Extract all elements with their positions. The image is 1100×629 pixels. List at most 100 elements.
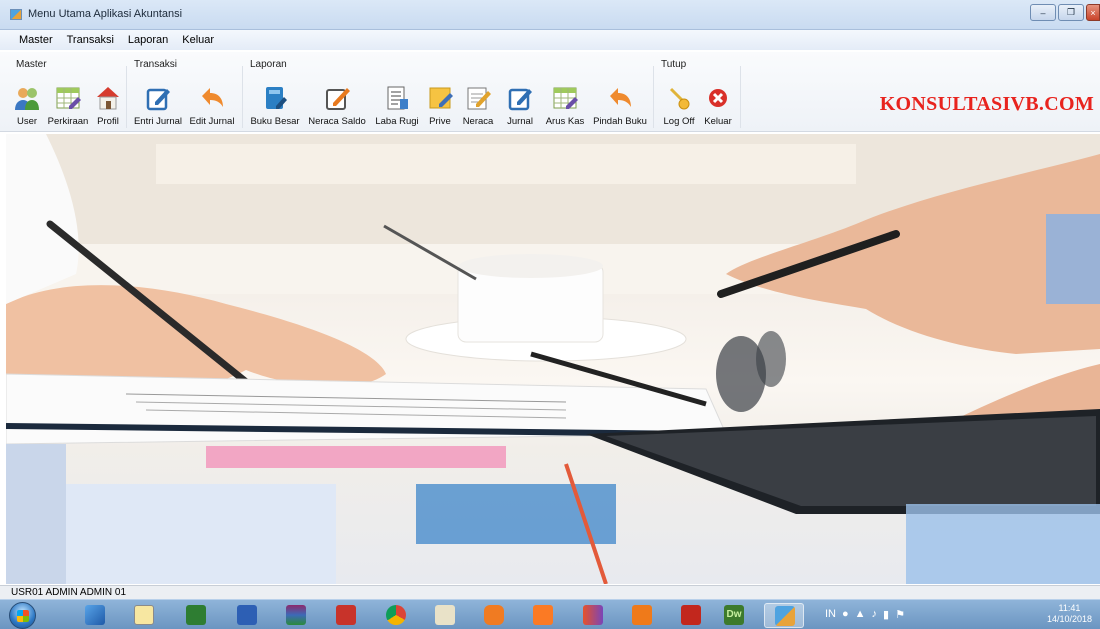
group-divider: [242, 66, 243, 128]
group-divider: [126, 66, 127, 128]
dreamweaver-icon: Dw: [724, 605, 744, 625]
input-language[interactable]: IN: [825, 608, 836, 621]
edit-icon: [146, 88, 170, 111]
clock-time: 11:41: [1058, 603, 1081, 613]
system-tray: IN ● ▲ ♪ ▮ ⚑: [825, 608, 905, 621]
menu-laporan[interactable]: Laporan: [121, 34, 175, 46]
log-off-button[interactable]: Log Off: [661, 76, 697, 128]
group-label-laporan: Laporan: [250, 59, 287, 70]
user-button[interactable]: User: [11, 76, 43, 128]
taskbar-app-acrobat[interactable]: [671, 603, 711, 628]
jurnal-button[interactable]: Jurnal: [502, 76, 538, 128]
taskbar-app-avast[interactable]: [474, 603, 514, 628]
entri-jurnal-button[interactable]: Entri Jurnal: [134, 76, 182, 128]
winrar-icon: [286, 605, 306, 625]
clock[interactable]: 11:41 14/10/2018: [1047, 603, 1092, 625]
edit-jurnal-button[interactable]: Edit Jurnal: [188, 76, 236, 128]
laba-rugi-button[interactable]: Laba Rugi: [374, 76, 420, 128]
entri-jurnal-label: Entri Jurnal: [133, 116, 183, 127]
filezilla-icon: [336, 605, 356, 625]
edit-icon: [326, 88, 350, 110]
users-icon: [15, 88, 39, 110]
taskbar-app-winrar[interactable]: [276, 603, 316, 628]
log-off-label: Log Off: [663, 116, 695, 127]
undo-arrow-icon: [610, 88, 631, 107]
taskbar-app-filezilla[interactable]: [326, 603, 366, 628]
menu-master[interactable]: Master: [12, 34, 60, 46]
menu-keluar[interactable]: Keluar: [175, 34, 221, 46]
background-photo: [6, 134, 1100, 584]
buku-besar-button[interactable]: Buku Besar: [250, 76, 300, 128]
chrome-icon: [386, 605, 406, 625]
explorer-icon: [85, 605, 105, 625]
restore-button[interactable]: ❐: [1058, 4, 1084, 21]
vlc-icon: [632, 605, 652, 625]
taskbar-app-explorer[interactable]: [75, 603, 115, 628]
profil-label: Profil: [97, 116, 119, 127]
user-label: User: [16, 116, 38, 127]
window-title: Menu Utama Aplikasi Akuntansi: [28, 8, 183, 20]
help-icon[interactable]: ●: [842, 608, 849, 621]
notepad-icon: [134, 605, 154, 625]
taskbar-app-vb6[interactable]: [573, 603, 613, 628]
taskbar-app-xampp[interactable]: [523, 603, 563, 628]
spreadsheet-icon: [553, 87, 578, 109]
excel-icon: [186, 605, 206, 625]
book-icon: [266, 87, 287, 109]
edit-jurnal-label: Edit Jurnal: [189, 116, 235, 127]
keluar-label: Keluar: [704, 116, 732, 127]
vb6-icon: [583, 605, 603, 625]
status-bar: USR01 ADMIN ADMIN 01: [0, 585, 1100, 599]
perkiraan-button[interactable]: Perkiraan: [45, 76, 91, 128]
profil-button[interactable]: Profil: [93, 76, 123, 128]
group-divider: [653, 66, 654, 128]
note-icon: [429, 87, 453, 109]
jurnal-label: Jurnal: [507, 116, 533, 127]
network-icon: [435, 605, 455, 625]
pindah-buku-button[interactable]: Pindah Buku: [592, 76, 648, 128]
edit-icon: [508, 88, 532, 111]
volume-icon[interactable]: ♪: [872, 608, 878, 621]
taskbar-app-chrome[interactable]: [376, 603, 416, 628]
desk-scene-image: [6, 134, 1100, 584]
neraca-saldo-button[interactable]: Neraca Saldo: [308, 76, 366, 128]
taskbar-app-excel[interactable]: [176, 603, 216, 628]
taskbar-app-vlc[interactable]: [622, 603, 662, 628]
menu-transaksi[interactable]: Transaksi: [60, 34, 121, 46]
document-icon: [387, 86, 408, 110]
arus-kas-button[interactable]: Arus Kas: [544, 76, 586, 128]
taskbar-app-notepad[interactable]: [124, 603, 164, 628]
avast-icon: [484, 605, 504, 625]
house-icon: [97, 87, 119, 110]
group-divider: [740, 66, 741, 128]
pindah-buku-label: Pindah Buku: [593, 116, 647, 127]
xampp-icon: [533, 605, 553, 625]
keluar-button[interactable]: Keluar: [700, 76, 736, 128]
group-label-master: Master: [16, 59, 47, 70]
spreadsheet-icon: [56, 87, 81, 109]
window-controls: – ❐ ×: [1028, 4, 1100, 21]
app-icon: [10, 9, 22, 20]
neraca-saldo-label: Neraca Saldo: [308, 116, 366, 127]
acrobat-icon: [681, 605, 701, 625]
clock-date: 14/10/2018: [1046, 614, 1092, 624]
taskbar-app-word[interactable]: [227, 603, 267, 628]
accounting-app-icon: [775, 606, 795, 626]
prive-button[interactable]: Prive: [424, 76, 456, 128]
edit-document-icon: [467, 87, 491, 110]
close-button[interactable]: ×: [1086, 4, 1100, 21]
group-label-transaksi: Transaksi: [134, 59, 177, 70]
minimize-button[interactable]: –: [1030, 4, 1056, 21]
title-bar: Menu Utama Aplikasi Akuntansi – ❐ ×: [0, 0, 1100, 30]
menu-bar: Master Transaksi Laporan Keluar: [0, 30, 1100, 50]
taskbar: Dw IN ● ▲ ♪ ▮ ⚑ 11:41 14/10/2018: [0, 599, 1100, 629]
action-center-icon[interactable]: ⚑: [895, 608, 905, 621]
start-button[interactable]: [9, 602, 36, 629]
taskbar-app-network[interactable]: [425, 603, 465, 628]
laba-rugi-label: Laba Rugi: [375, 116, 419, 127]
neraca-button[interactable]: Neraca: [460, 76, 496, 128]
network-signal-icon[interactable]: ▮: [883, 608, 889, 621]
taskbar-app-dreamweaver[interactable]: Dw: [714, 603, 754, 628]
bluetooth-icon[interactable]: ▲: [855, 608, 866, 621]
taskbar-app-accounting[interactable]: [764, 603, 804, 628]
